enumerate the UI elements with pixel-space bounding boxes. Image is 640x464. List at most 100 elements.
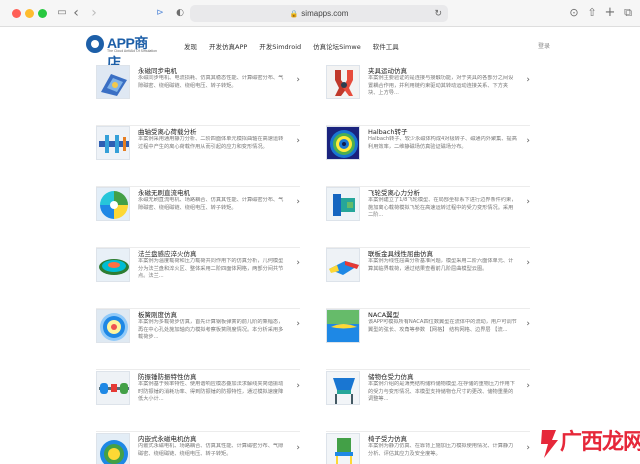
privacy-report-icon[interactable]: ⊳ bbox=[152, 5, 168, 21]
divider bbox=[96, 431, 300, 432]
reload-icon[interactable]: ↻ bbox=[434, 5, 442, 22]
tab-overview-icon[interactable]: ⧉ bbox=[620, 5, 636, 21]
app-card[interactable]: 曲轴受离心荷载分析 本案例采用通用静力分析、二阶四面体单元模拟曲轴在高速运转过程… bbox=[96, 126, 300, 187]
main-nav: 发现 开发仿真APP 开发Simdroid 仿真论坛Simwe 软件工具 bbox=[184, 41, 411, 51]
card-description: 本案例采用通用静力分析、二阶四面体单元模拟曲轴在高速运转过程中产生的离心荷载作用… bbox=[138, 136, 284, 150]
chair-thumb-icon bbox=[326, 433, 360, 464]
app-card[interactable]: 飞轮受离心力分析 本案例建立了1/8飞轮模型、在局部坐标系下进行边界条件约束，施… bbox=[326, 187, 530, 248]
logo-subtitle: The Cloud AntiAid Of Simulation bbox=[107, 49, 157, 53]
watermark: 广西龙网 bbox=[530, 422, 640, 464]
chevron-right-icon: › bbox=[296, 319, 300, 329]
card-title: NACA翼型 bbox=[368, 311, 400, 319]
download-icon[interactable]: ⊙ bbox=[566, 5, 582, 21]
card-title: 防振锤防振特性仿真 bbox=[138, 373, 197, 381]
card-description: Halbach转子、较少永磁体构成4对极转子、磁通内外聚集、提高利用效率，二维静… bbox=[368, 136, 517, 150]
minimize-window-button[interactable] bbox=[25, 9, 34, 18]
card-title: 内嵌式永磁电机仿真 bbox=[138, 435, 197, 443]
nav-dev-app[interactable]: 开发仿真APP bbox=[209, 41, 247, 51]
bldc-thumb-icon bbox=[96, 187, 130, 221]
card-title: 法兰盘感应淬火仿真 bbox=[138, 250, 197, 258]
card-description: 本案例主要验证的是连接与接触功能，对于夹具的各部分之间设置耦合作用，并利用链约束… bbox=[368, 75, 514, 97]
divider bbox=[326, 369, 530, 370]
card-description: 该APP可模拟所有NACA四位数翼型在流体中的流动，用户可调节翼型的弦长、攻角等… bbox=[368, 319, 517, 333]
nav-tools[interactable]: 软件工具 bbox=[373, 41, 399, 51]
back-arrow-icon[interactable]: ‹ bbox=[68, 5, 84, 21]
logo-mark-icon bbox=[86, 35, 104, 53]
card-description: 本案例为静力仿真、在靠背上施加压力模拟使用情况、计算静力分析、评估其应力及安全度… bbox=[368, 443, 514, 457]
app-card[interactable]: 永磁同步电机 永磁同步电机、电流损耗、仿真其稳态性能、计算磁密分布、气隙磁密、绕… bbox=[96, 65, 300, 126]
app-card[interactable]: 椅子受力仿真 本案例为静力仿真、在靠背上施加压力模拟使用情况、计算静力分析、评估… bbox=[326, 433, 530, 464]
flange-thumb-icon bbox=[96, 248, 130, 282]
card-description: 内嵌式永磁电机、场路耦合、仿真其性能、计算磁密分布、气隙磁密、绕组磁链、绕组电压… bbox=[138, 443, 284, 457]
chevron-right-icon: › bbox=[296, 136, 300, 146]
naca-thumb-icon bbox=[326, 309, 360, 343]
nav-dev-simdroid[interactable]: 开发Simdroid bbox=[259, 41, 301, 51]
address-bar[interactable]: 🔒 simapps.com ↻ bbox=[190, 5, 448, 22]
silo-thumb-icon bbox=[326, 371, 360, 405]
app-card[interactable]: 板簧刚度仿真 本案例为多载荷步仿真，首先计算钢板弹簧的前几阶的乘幅态，再在中心孔… bbox=[96, 309, 300, 370]
card-title: 永磁无刷直流电机 bbox=[138, 189, 190, 197]
site-logo[interactable]: APP商店 The Cloud AntiAid Of Simulation bbox=[86, 33, 161, 71]
chevron-right-icon: › bbox=[296, 75, 300, 85]
clamp-thumb-icon bbox=[326, 65, 360, 99]
watermark-logo-icon bbox=[541, 430, 558, 458]
card-description: 本案例为温度载荷和压力载荷共同作用下的仿真分析，几何模型分为法兰盘和淬火区、整体… bbox=[138, 258, 284, 280]
divider bbox=[326, 431, 530, 432]
app-card[interactable]: 永磁无刷直流电机 永磁无刷直流电机、场路耦合、仿真其性能、计算磁密分布、气隙磁密… bbox=[96, 187, 300, 248]
app-card[interactable]: 法兰盘感应淬火仿真 本案例为温度载荷和压力载荷共同作用下的仿真分析，几何模型分为… bbox=[96, 248, 300, 309]
app-card[interactable]: Halbach转子 Halbach转子、较少永磁体构成4对极转子、磁通内外聚集、… bbox=[326, 126, 530, 187]
ipm-thumb-icon bbox=[96, 433, 130, 464]
damper-thumb-icon bbox=[96, 371, 130, 405]
chevron-right-icon: › bbox=[296, 197, 300, 207]
chevron-right-icon: › bbox=[526, 319, 530, 329]
spring-thumb-icon bbox=[96, 309, 130, 343]
chevron-right-icon: › bbox=[526, 75, 530, 85]
bracket-thumb-icon bbox=[326, 248, 360, 282]
halbach-thumb-icon bbox=[326, 126, 360, 160]
card-title: 板簧刚度仿真 bbox=[138, 311, 177, 319]
card-title: 联板金具线性屈曲仿真 bbox=[368, 250, 433, 258]
card-title: 曲轴受离心荷载分析 bbox=[138, 128, 197, 136]
crankshaft-thumb-icon bbox=[96, 126, 130, 160]
card-title: Halbach转子 bbox=[368, 128, 408, 136]
app-card[interactable]: 夹具运动仿真 本案例主要验证的是连接与接触功能，对于夹具的各部分之间设置耦合作用… bbox=[326, 65, 530, 126]
new-tab-icon[interactable]: + bbox=[602, 5, 618, 21]
app-card[interactable]: NACA翼型 该APP可模拟所有NACA四位数翼型在流体中的流动，用户可调节翼型… bbox=[326, 309, 530, 370]
app-card[interactable]: 内嵌式永磁电机仿真 内嵌式永磁电机、场路耦合、仿真其性能、计算磁密分布、气隙磁密… bbox=[96, 433, 300, 464]
chevron-right-icon: › bbox=[526, 258, 530, 268]
card-title: 飞轮受离心力分析 bbox=[368, 189, 420, 197]
card-description: 本案例建立了1/8飞轮模型、在局部坐标系下进行边界条件约束，施加离心载荷模拟飞轮… bbox=[368, 197, 517, 219]
url-text: simapps.com bbox=[301, 9, 349, 18]
share-icon[interactable]: ⇧ bbox=[584, 5, 600, 21]
chevron-right-icon: › bbox=[296, 381, 300, 391]
chevron-right-icon: › bbox=[296, 443, 300, 453]
card-title: 椅子受力仿真 bbox=[368, 435, 407, 443]
browser-toolbar: ▭ ‹ › ⊳ ◐ 🔒 simapps.com ↻ ⊙ ⇧ + ⧉ bbox=[0, 0, 640, 27]
forward-arrow-icon[interactable]: › bbox=[86, 5, 102, 21]
close-window-button[interactable] bbox=[12, 9, 21, 18]
app-card[interactable]: 联板金具线性屈曲仿真 本案例为线性屈曲分析基准问题，模型采用二阶六面体单元、计算… bbox=[326, 248, 530, 309]
nav-discover[interactable]: 发现 bbox=[184, 41, 197, 51]
card-description: 永磁同步电机、电流损耗、仿真其稳态性能、计算磁密分布、气隙磁密、绕组磁链、绕组电… bbox=[138, 75, 284, 89]
flywheel-thumb-icon bbox=[326, 187, 360, 221]
watermark-text: 广西龙网 bbox=[560, 429, 640, 455]
divider bbox=[96, 369, 300, 370]
app-card[interactable]: 储物仓受力仿真 本案例介绍的是薄壳结构储料储物模型,在存储的重物压力作用下的受力… bbox=[326, 371, 530, 432]
card-title: 储物仓受力仿真 bbox=[368, 373, 414, 381]
zoom-window-button[interactable] bbox=[38, 9, 47, 18]
nav-forum[interactable]: 仿真论坛Simwe bbox=[313, 41, 361, 51]
chevron-right-icon: › bbox=[526, 136, 530, 146]
lock-icon: 🔒 bbox=[289, 11, 299, 18]
card-title: 永磁同步电机 bbox=[138, 67, 177, 75]
card-title: 夹具运动仿真 bbox=[368, 67, 407, 75]
shield-icon[interactable]: ◐ bbox=[172, 5, 188, 21]
card-description: 本案例介绍的是薄壳结构储料储物模型,在存储的重物压力作用下的受力与变形情况、本模… bbox=[368, 381, 515, 403]
app-card[interactable]: 防振锤防振特性仿真 本案例基于频率特性、使用谐响应模态叠加法求解线夹简谐振动时防… bbox=[96, 371, 300, 432]
card-description: 永磁无刷直流电机、场路耦合、仿真其性能、计算磁密分布、气隙磁密、绕组磁链、绕组电… bbox=[138, 197, 284, 211]
motor-thumb-icon bbox=[96, 65, 130, 99]
app-list: 永磁同步电机 永磁同步电机、电流损耗、仿真其稳态性能、计算磁密分布、气隙磁密、绕… bbox=[96, 63, 536, 464]
card-description: 本案例为线性屈曲分析基准问题，模型采用二阶六面体单元、计算其临界载荷，通过结果查… bbox=[368, 258, 514, 272]
card-description: 本案例为多载荷步仿真，首先计算钢板弹簧的前几阶的乘幅态，再在中心孔处施加轴向力模… bbox=[138, 319, 284, 341]
login-link[interactable]: 登录 bbox=[538, 41, 550, 50]
chevron-right-icon: › bbox=[526, 381, 530, 391]
